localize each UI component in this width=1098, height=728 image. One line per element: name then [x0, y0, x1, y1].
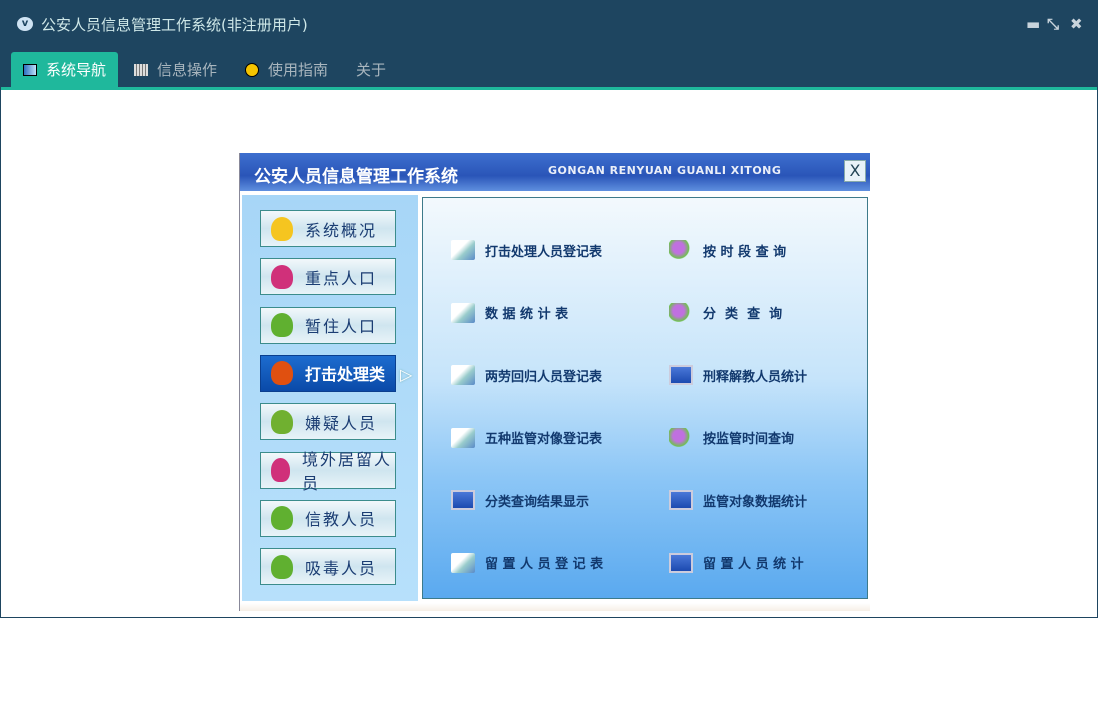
menu-link-label: 两劳回归人员登记表 [485, 369, 603, 385]
menu-link[interactable]: 监管对象数据统计 [669, 490, 807, 510]
menu-link[interactable]: 两劳回归人员登记表 [451, 365, 602, 385]
left-menu-item[interactable]: 打击处理类 [260, 354, 396, 392]
user-icon [271, 409, 293, 434]
vf-logo-icon: v [17, 17, 33, 31]
left-menu-label: 打击处理类 [305, 365, 386, 385]
monitor-icon [669, 365, 693, 385]
monitor-icon [271, 361, 293, 386]
menu-link-label: 分 类 查 询 [703, 307, 783, 322]
monitor-icon [669, 490, 693, 510]
grid-icon [134, 63, 149, 76]
users-icon [271, 506, 293, 531]
menu-link-label: 数 据 统 计 表 [485, 307, 569, 322]
left-menu: 系统概况重点人口暂住人口打击处理类嫌疑人员境外居留人员信教人员吸毒人员 [242, 195, 418, 601]
menu-link-label: 打击处理人员登记表 [485, 244, 603, 260]
monitor-icon [23, 63, 37, 76]
left-menu-label: 系统概况 [305, 220, 378, 240]
left-menu-item[interactable]: 暂住人口 [260, 306, 396, 344]
left-menu-label: 嫌疑人员 [305, 413, 378, 433]
menu-link[interactable]: 刑释解教人员统计 [669, 365, 807, 385]
document-pen-icon [451, 552, 475, 573]
user-pink-icon [271, 264, 293, 289]
monitor-icon [669, 552, 693, 573]
main-menu: 打击处理人员登记表 按 时 段 查 询数 据 统 计 表 分 类 查 询两劳回归人员… [422, 197, 868, 599]
menu-link-label: 留 置 人 员 登 记 表 [485, 557, 604, 572]
panel-header: 公安人员信息管理工作系统 GONGAN RENYUAN GUANLI XITON… [240, 153, 870, 191]
restore-button[interactable]: ⤡ [1047, 15, 1059, 33]
menu-link-label: 刑释解教人员统计 [703, 369, 808, 385]
title-bar: v 公安人员信息管理工作系统(非注册用户) ▬ ⤡ ✖ 系统导航 信息操作 使用… [1, 1, 1097, 89]
menu-link-label: 监管对象数据统计 [703, 494, 808, 510]
document-pen-icon [451, 365, 475, 385]
left-menu-item[interactable]: 系统概况 [260, 210, 396, 247]
left-menu-item[interactable]: 嫌疑人员 [260, 403, 396, 441]
nav-panel: 公安人员信息管理工作系统 GONGAN RENYUAN GUANLI XITON… [239, 153, 870, 611]
menu-link[interactable]: 五种监管对像登记表 [451, 427, 603, 448]
user-forbidden-icon [271, 458, 290, 482]
left-menu-item[interactable]: 境外居留人员 [260, 450, 396, 493]
help-icon [245, 62, 260, 77]
menu-link[interactable]: 按 时 段 查 询 [669, 240, 786, 260]
user-clock-icon [271, 313, 293, 338]
menu-link-label: 按 时 段 查 询 [703, 244, 787, 260]
menu-link-label: 按监管时间查询 [703, 432, 795, 447]
user-forbidden-icon [271, 554, 293, 579]
menu-link-label: 分类查询结果显示 [485, 494, 590, 510]
chevron-right-icon: ▷ [400, 365, 413, 384]
menu-link[interactable]: 数 据 统 计 表 [451, 302, 569, 323]
tab-guide[interactable]: 使用指南 [233, 52, 340, 87]
left-menu-item[interactable]: 信教人员 [260, 499, 396, 537]
left-menu-label: 境外居留人员 [301, 450, 392, 493]
menu-link[interactable]: 留 置 人 员 统 计 [669, 552, 804, 573]
left-menu-label: 重点人口 [305, 268, 378, 288]
menu-link-label: 五种监管对像登记表 [485, 432, 603, 447]
menu-link[interactable]: 留 置 人 员 登 记 表 [451, 552, 604, 573]
menu-link[interactable]: 分 类 查 询 [669, 302, 783, 323]
search-icon [669, 240, 693, 260]
left-menu-label: 暂住人口 [305, 317, 378, 337]
window-title: 公安人员信息管理工作系统(非注册用户) [41, 16, 308, 34]
panel-subtitle: GONGAN RENYUAN GUANLI XITONG [548, 164, 782, 177]
left-menu-label: 信教人员 [305, 510, 378, 530]
menu-link-label: 留 置 人 员 统 计 [703, 557, 804, 572]
document-pen-icon [451, 302, 475, 323]
menu-link[interactable]: 分类查询结果显示 [451, 490, 589, 510]
panel-close-button[interactable]: X [844, 160, 866, 182]
monitor-icon [451, 490, 475, 510]
document-pen-icon [451, 427, 475, 448]
search-icon [669, 302, 693, 323]
tab-system-nav[interactable]: 系统导航 [11, 52, 119, 87]
tab-underline [1, 87, 1097, 90]
minimize-button[interactable]: ▬ [1026, 15, 1040, 33]
tab-about[interactable]: 关于 [344, 52, 398, 87]
search-icon [669, 427, 693, 448]
panel-title: 公安人员信息管理工作系统 [254, 167, 458, 187]
left-menu-item[interactable]: 吸毒人员 [260, 548, 396, 586]
star-icon [271, 216, 293, 241]
close-button[interactable]: ✖ [1070, 15, 1083, 33]
left-menu-item[interactable]: 重点人口 [260, 258, 396, 296]
document-pen-icon [451, 240, 475, 260]
menu-link[interactable]: 按监管时间查询 [669, 427, 795, 448]
left-menu-label: 吸毒人员 [305, 558, 378, 578]
panel-footer [240, 603, 870, 611]
tab-info-ops[interactable]: 信息操作 [122, 52, 229, 87]
menu-link[interactable]: 打击处理人员登记表 [451, 240, 602, 260]
